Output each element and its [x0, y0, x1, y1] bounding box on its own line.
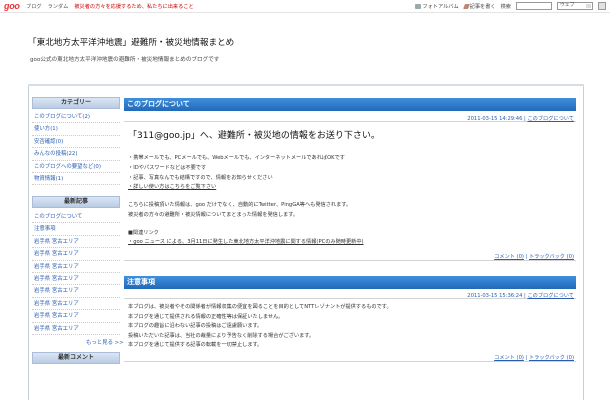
recent-article-item[interactable]: 岩手県 宮古エリア [32, 261, 120, 273]
recent-article-item[interactable]: 岩手県 宮古エリア [32, 285, 120, 298]
disaster-notice-link[interactable]: 被災者の方々を応援するため、私たちに出来ること [74, 3, 193, 10]
category-item[interactable]: 安否確認(0) [32, 136, 120, 149]
search-input[interactable] [516, 2, 552, 10]
more-articles-link[interactable]: もっと見る >> [86, 338, 124, 346]
post-meta: 2011-03-15 15:36:24 | このブログについて [124, 292, 576, 299]
category-item[interactable]: みんなの投稿(22) [32, 148, 120, 161]
post-category-link[interactable]: このブログについて [527, 116, 574, 122]
recent-article-item[interactable]: 注意事項 [32, 223, 120, 236]
photo-album-link[interactable]: フォトアルバム [415, 3, 459, 10]
recent-articles-heading: 最新記事 [32, 196, 120, 208]
pen-icon [462, 3, 470, 9]
related-links-label: ■関連リンク [128, 230, 159, 236]
trackback-link[interactable]: トラックバック (0) [529, 355, 574, 361]
recent-comments-heading: 最新コメント [32, 352, 120, 364]
post-body-line: 本ブログを通じて提供される情報の正確性等は保証いたしません。 [128, 314, 284, 320]
trackback-link[interactable]: トラックバック (0) [529, 254, 574, 260]
category-item[interactable]: このブログへの要望など(0) [32, 161, 120, 173]
post-body-line: こちらに投稿頂いた情報は、goo だけでなく、自動的にTwitter、PingG… [128, 202, 352, 208]
recent-article-item[interactable]: 岩手県 宮古エリア [32, 323, 120, 335]
recent-article-item[interactable]: 岩手県 宮古エリア [32, 236, 120, 249]
post-footer: コメント (0) | トラックバック (0) [124, 354, 576, 362]
category-item[interactable]: 物資情報(1) [32, 173, 120, 186]
recent-article-item[interactable]: このブログについて [32, 211, 120, 224]
goo-logo[interactable]: goo [4, 1, 20, 11]
nav-blog-link[interactable]: ブログ [26, 3, 42, 10]
post-category-header[interactable]: 注意事項 [124, 276, 576, 289]
write-article-link[interactable]: 記事を書く [462, 3, 496, 10]
comment-link[interactable]: コメント (0) [494, 254, 524, 260]
post-meta: 2011-03-15 14:29:46 | このブログについて [124, 115, 576, 122]
search-label: 検索 [500, 3, 511, 10]
goo-top-bar: goo ブログ ランダム 被災者の方々を応援するため、私たちに出来ること フォト… [0, 0, 610, 13]
recent-article-item[interactable]: 岩手県 宮古エリア [32, 248, 120, 261]
post-body-line: ・携帯メールでも、PCメールでも、Webメールでも、インターネットメールであれば… [128, 155, 345, 161]
post-title: 「311@goo.jp」へ、避難所・被災地の情報をお送り下さい。 [128, 131, 380, 141]
nav-random-link[interactable]: ランダム [48, 3, 69, 10]
goo-news-link[interactable]: ・goo ニュース による、3月11日に発生した東北地方太平洋沖地震に関する情報… [128, 238, 364, 245]
blog-title[interactable]: 「東北地方太平洋沖地震」避難所・被災地情報まとめ [28, 36, 234, 48]
post-category-link[interactable]: このブログについて [527, 293, 574, 299]
recent-article-item[interactable]: 岩手県 宮古エリア [32, 273, 120, 286]
post-footer: コメント (0) | トラックバック (0) [124, 253, 576, 261]
recent-articles-list: このブログについて 注意事項 岩手県 宮古エリア 岩手県 宮古エリア 岩手県 宮… [32, 211, 120, 335]
blog-description: goo公式の東北地方太平洋沖地震の避難所・被災地情報まとめのブログです [30, 57, 220, 63]
post-body-line: 本ブログの趣旨に沿わない記事の投稿はご遠慮願います。 [128, 323, 263, 329]
post-body-line: ・記事、写真なんでも結構ですので、情報をお知らせください [128, 175, 273, 181]
post-body-line: 投稿いただいた記事は、当社の裁量により予告なく削除する場合がございます。 [128, 333, 315, 339]
recent-article-item[interactable]: 岩手県 宮古エリア [32, 310, 120, 323]
category-item[interactable]: 使い方(1) [32, 123, 120, 136]
post-body-line: 被災者の方々の避難所・被災情報についてまとまった情報を発信します。 [128, 212, 299, 218]
comment-link[interactable]: コメント (0) [494, 355, 524, 361]
category-list: このブログについて(2) 使い方(1) 安否確認(0) みんなの投稿(22) こ… [32, 111, 120, 186]
search-button[interactable] [598, 2, 606, 10]
post-body-line: ・IDやパスワードなどは不要です [128, 165, 207, 171]
recent-article-item[interactable]: 岩手県 宮古エリア [32, 298, 120, 311]
post-body-line: 本ブログを通じて提供する記事の転載を一切禁止します。 [128, 342, 263, 348]
search-scope-select[interactable]: ウェブ [557, 2, 593, 10]
usage-guide-link[interactable]: ・詳しい使い方はこちらをご覧下さい [128, 183, 216, 190]
top-right-tools: フォトアルバム 記事を書く 検索 ウェブ [415, 2, 606, 10]
post-body-line: 本ブログは、被災者やその関係者が情報収集の便宜を図ることを目的としてNTTレゾナ… [128, 304, 392, 310]
blog-header: 「東北地方太平洋沖地震」避難所・被災地情報まとめ goo公式の東北地方太平洋沖地… [28, 36, 234, 63]
post-category-header[interactable]: このブログについて [124, 98, 576, 111]
category-heading: カテゴリー [32, 97, 120, 109]
category-item[interactable]: このブログについて(2) [32, 111, 120, 124]
photo-icon [415, 3, 422, 9]
